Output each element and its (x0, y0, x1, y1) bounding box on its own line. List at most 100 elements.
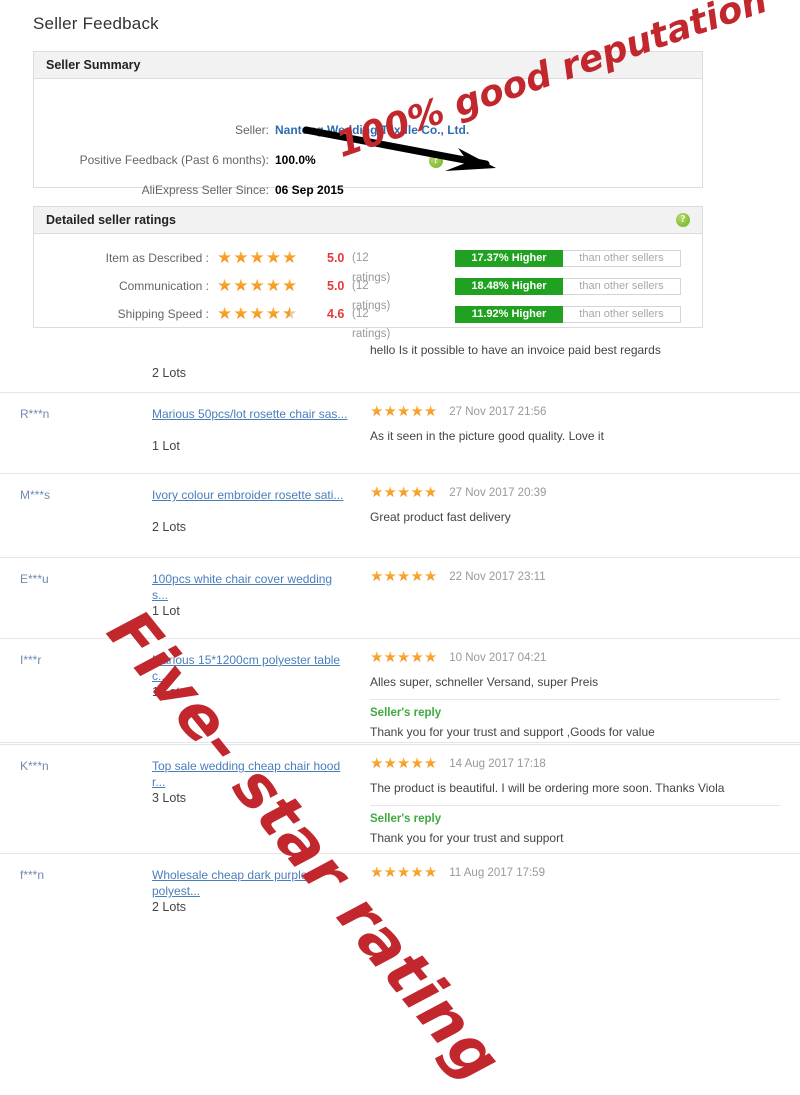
dsr-comparison-value: 17.37% Higher (455, 250, 563, 267)
detailed-ratings-body: Item as Described : ★★★★★ 5.0 (12 rating… (34, 234, 702, 340)
dsr-stars: ★★★★★ (217, 248, 298, 268)
seller-reply: Seller's reply Thank you for your trust a… (370, 805, 780, 845)
feedback-detail: ★★★★★ 11 Aug 2017 17:59 (370, 864, 780, 882)
feedback-comment: Great product fast delivery (370, 510, 511, 524)
feedback-quantity: 1 Lot (152, 685, 180, 699)
star-icon: ★ (383, 484, 397, 501)
dsr-comparison-suffix: than other sellers (563, 278, 681, 295)
feedback-username: f***n (20, 868, 45, 882)
star-icon: ★ (265, 276, 282, 295)
star-icon: ★ (423, 864, 438, 881)
summary-value-seller-since: 06 Sep 2015 (275, 183, 344, 197)
feedback-detail: ★★★★★ 14 Aug 2017 17:18 The product is bea… (370, 755, 780, 845)
feedback-detail: ★★★★★ 27 Nov 2017 20:39 Great product fast… (370, 484, 780, 525)
star-icon: ★ (410, 403, 424, 420)
summary-row-positive-feedback: Positive Feedback (Past 6 months): 100.0… (34, 153, 702, 170)
feedback-row: hello Is it possible to have an invoice … (0, 330, 800, 392)
feedback-username: I***r (20, 653, 42, 667)
detailed-seller-ratings-panel: Detailed seller ratings ? Item as Descri… (33, 206, 703, 340)
feedback-product-link[interactable]: Marious 15*1200cm polyester table c... (152, 652, 348, 684)
star-icon: ★ (217, 276, 234, 295)
feedback-product-link[interactable]: Ivory colour embroider rosette sati... (152, 487, 348, 503)
feedback-product-link[interactable]: Top sale wedding cheap chair hood r... (152, 758, 348, 790)
star-icon: ★ (249, 276, 266, 295)
star-icon: ★ (370, 568, 384, 585)
seller-name-link[interactable]: Nantong Wedding Textile Co., Ltd. (275, 123, 469, 137)
dsr-stars: ★★★★★ (217, 276, 298, 296)
dsr-score: 4.6 (327, 307, 345, 321)
feedback-detail: ★★★★★ 27 Nov 2017 21:56 As it seen in the … (370, 403, 780, 444)
star-icon: ★ (233, 248, 250, 267)
feedback-quantity: 1 Lot (152, 439, 180, 453)
dsr-comparison: 17.37% Higher than other sellers (455, 250, 681, 267)
feedback-row: f***n Wholesale cheap dark purple polyest… (0, 853, 800, 926)
feedback-stars: ★★★★★ (370, 484, 437, 502)
star-icon: ★ (370, 649, 384, 666)
star-icon: ★ (396, 484, 411, 501)
feedback-comment: hello Is it possible to have an invoice … (370, 343, 661, 357)
seller-reply-text: Thank you for your trust and support (370, 831, 564, 845)
feedback-row: K***n Top sale wedding cheap chair hood r… (0, 742, 800, 853)
feedback-stars: ★★★★★ (370, 864, 437, 882)
feedback-stars: ★★★★★ (370, 403, 437, 421)
star-icon: ★ (249, 248, 266, 267)
feedback-username: M***s (20, 488, 51, 502)
feedback-date: 27 Nov 2017 21:56 (449, 406, 547, 418)
summary-label-seller: Seller: (234, 123, 269, 137)
star-icon: ★ (370, 403, 384, 420)
help-icon[interactable]: ? (676, 213, 690, 227)
feedback-row: E***u 100pcs white chair cover wedding s.… (0, 557, 800, 638)
feedback-date: 22 Nov 2017 23:11 (449, 571, 546, 583)
seller-summary-title: Seller Summary (46, 58, 141, 72)
star-icon: ★ (282, 248, 299, 267)
dsr-stars: ★★★★★ (217, 304, 298, 324)
feedback-product-link[interactable]: 100pcs white chair cover wedding s... (152, 571, 348, 603)
summary-value-positive-feedback: 100.0% (275, 153, 316, 167)
feedback-product-link[interactable]: Marious 50pcs/lot rosette chair sas... (152, 406, 348, 422)
seller-reply-title: Seller's reply (370, 707, 442, 719)
feedback-row: I***r Marious 15*1200cm polyester table c… (0, 638, 800, 742)
seller-reply: Seller's reply Thank you for your trust a… (370, 699, 780, 739)
star-icon: ★ (217, 304, 234, 323)
star-icon: ★ (265, 248, 282, 267)
star-icon: ★ (383, 649, 397, 666)
feedback-stars: ★★★★★ (370, 649, 437, 667)
star-icon: ★ (396, 649, 411, 666)
feedback-quantity: 2 Lots (152, 520, 187, 534)
summary-row-seller-since: AliExpress Seller Since: 06 Sep 2015 (34, 183, 702, 200)
seller-summary-body: Seller: Nantong Wedding Textile Co., Ltd… (34, 79, 702, 197)
star-icon: ★ (282, 276, 299, 295)
star-half-icon: ★ (282, 304, 299, 323)
feedback-stars: ★★★★★ (370, 568, 437, 586)
star-icon: ★ (410, 864, 424, 881)
feedback-quantity: 1 Lot (152, 604, 180, 618)
seller-summary-panel: Seller Summary Seller: Nantong Wedding T… (33, 51, 703, 197)
feedback-detail: ★★★★★ 22 Nov 2017 23:11 (370, 568, 780, 586)
feedback-product-link[interactable]: Wholesale cheap dark purple polyest... (152, 867, 348, 899)
star-icon: ★ (410, 649, 424, 666)
star-icon: ★ (423, 484, 438, 501)
seller-reply-text: Thank you for your trust and support ,Go… (370, 725, 655, 739)
star-icon: ★ (383, 864, 397, 881)
feedback-date: 14 Aug 2017 17:18 (449, 758, 546, 770)
star-icon: ★ (396, 403, 411, 420)
star-icon: ★ (396, 755, 411, 772)
dsr-comparison-value: 11.92% Higher (455, 306, 563, 323)
feedback-date: 11 Aug 2017 17:59 (449, 867, 545, 879)
dsr-comparison: 18.48% Higher than other sellers (455, 278, 681, 295)
dsr-score: 5.0 (327, 279, 345, 293)
feedback-username: E***u (20, 572, 49, 586)
feedback-comment: Alles super, schneller Versand, super Pr… (370, 675, 599, 689)
feedback-detail: ★★★★★ 10 Nov 2017 04:21 Alles super, schne… (370, 649, 780, 739)
feedback-username: K***n (20, 759, 49, 773)
dsr-label: Communication : (118, 279, 209, 293)
dsr-comparison-value: 18.48% Higher (455, 278, 563, 295)
star-icon: ★ (423, 755, 438, 772)
dsr-comparison-suffix: than other sellers (563, 250, 681, 267)
summary-label-positive-feedback: Positive Feedback (Past 6 months): (79, 153, 269, 167)
star-icon: ★ (249, 304, 266, 323)
feedback-comment: The product is beautiful. I will be orde… (370, 781, 725, 795)
help-icon[interactable]: ? (429, 154, 443, 168)
star-icon: ★ (423, 649, 438, 666)
star-icon: ★ (410, 484, 424, 501)
